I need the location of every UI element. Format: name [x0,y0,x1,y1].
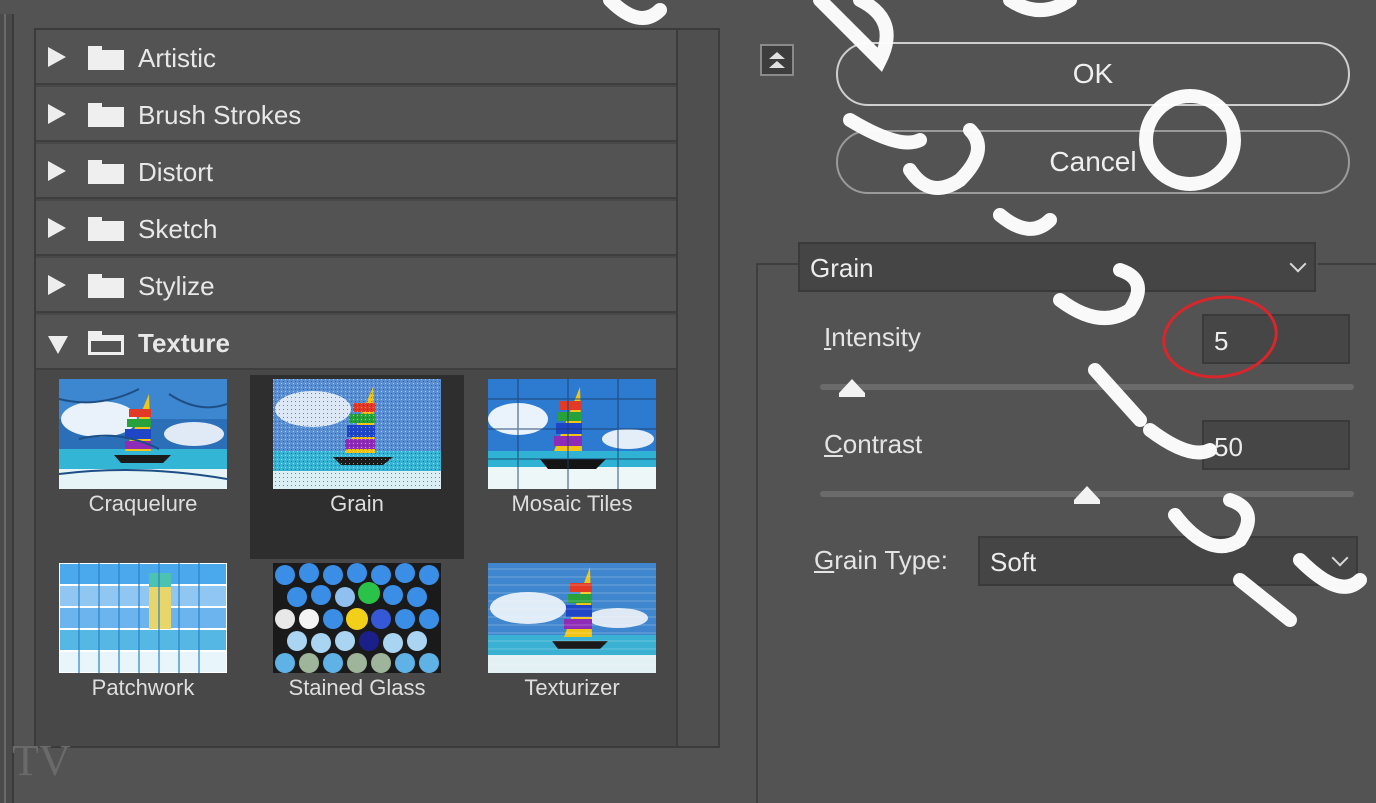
watermark-overlay [603,0,1367,627]
